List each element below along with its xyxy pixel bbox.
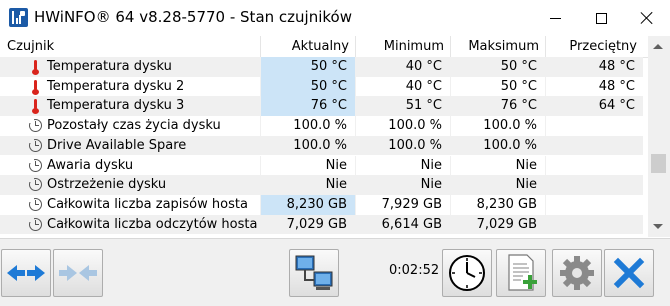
min-value: 40 °C — [355, 76, 450, 97]
table-row[interactable]: Temperatura dysku 3 76 °C 51 °C 76 °C 64… — [0, 96, 648, 117]
min-value: 7,929 GB — [355, 194, 450, 215]
table-row[interactable]: Całkowita liczba odczytów hosta 7,029 GB… — [0, 214, 648, 235]
scroll-down-icon[interactable] — [653, 224, 663, 229]
blue-x-icon — [613, 257, 645, 289]
hwinfo-window: HWiNFO® 64 v8.28-5770 - Stan czujników C… — [0, 0, 670, 306]
gear-icon — [560, 256, 594, 290]
max-value: 50 °C — [450, 76, 545, 97]
maximize-button[interactable] — [578, 0, 624, 36]
min-value: 40 °C — [355, 57, 450, 77]
sensor-table: Czujnik Aktualny Minimum Maksimum Przeci… — [0, 36, 648, 237]
max-value: 7,029 GB — [450, 214, 545, 235]
nav-back-button[interactable] — [1, 249, 51, 297]
current-value: 8,230 GB — [260, 194, 355, 215]
table-row[interactable]: Awaria dysku Nie Nie Nie — [0, 155, 648, 176]
table-row[interactable]: Temperatura dysku 2 50 °C 40 °C 50 °C 48… — [0, 76, 648, 97]
minimize-button[interactable] — [532, 0, 578, 36]
window-title: HWiNFO® 64 v8.28-5770 - Stan czujników — [34, 8, 352, 26]
add-log-file-icon — [508, 254, 537, 291]
avg-value: 48 °C — [545, 76, 643, 97]
clock-icon — [28, 157, 42, 172]
min-value: 6,614 GB — [355, 214, 450, 235]
table-row[interactable]: Temperatura dysku 50 °C 40 °C 50 °C 48 °… — [0, 57, 648, 77]
clock-icon — [28, 137, 42, 152]
double-arrow-icon — [7, 265, 45, 281]
elapsed-timer: 0:02:52 — [389, 263, 440, 278]
scroll-up-icon[interactable] — [653, 44, 663, 49]
column-header-sensor[interactable]: Czujnik — [0, 36, 260, 57]
close-icon — [640, 11, 654, 25]
column-header-current[interactable]: Aktualny — [260, 36, 355, 57]
current-value: 76 °C — [260, 96, 355, 117]
table-row[interactable]: Całkowita liczba zapisów hosta 8,230 GB … — [0, 194, 648, 215]
avg-value: 64 °C — [545, 96, 643, 117]
clock-icon — [28, 196, 42, 211]
avg-value — [545, 155, 643, 176]
maximize-icon — [595, 12, 607, 24]
double-arrow-inward-icon — [59, 265, 97, 281]
column-header-minimum[interactable]: Minimum — [355, 36, 450, 57]
avg-value — [545, 135, 643, 156]
thermometer-icon — [28, 98, 44, 115]
logging-button[interactable] — [496, 249, 546, 297]
current-value: Nie — [260, 155, 355, 176]
max-value: 100.0 % — [450, 135, 545, 156]
thermometer-icon — [28, 79, 44, 95]
clock-icon — [28, 118, 42, 133]
nav-forward-button[interactable] — [53, 249, 103, 297]
vertical-scrollbar[interactable] — [648, 36, 670, 237]
max-value: 50 °C — [450, 57, 545, 77]
avg-value — [545, 214, 643, 235]
min-value: 100.0 % — [355, 135, 450, 156]
max-value: 100.0 % — [450, 116, 545, 136]
min-value: Nie — [355, 155, 450, 176]
avg-value — [545, 175, 643, 195]
current-value: 100.0 % — [260, 135, 355, 156]
max-value: Nie — [450, 175, 545, 195]
table-header: Czujnik Aktualny Minimum Maksimum Przeci… — [0, 36, 648, 58]
minimize-icon — [549, 17, 561, 19]
settings-button[interactable] — [552, 249, 602, 297]
clock-icon — [449, 255, 485, 291]
max-value: 76 °C — [450, 96, 545, 117]
current-value: 50 °C — [260, 76, 355, 97]
close-window-button[interactable] — [624, 0, 670, 36]
clock-icon — [28, 216, 42, 231]
current-value: Nie — [260, 175, 355, 195]
table-row[interactable]: Pozostały czas życia dysku 100.0 % 100.0… — [0, 116, 648, 136]
avg-value: 48 °C — [545, 57, 643, 77]
thermometer-icon — [28, 59, 44, 75]
scroll-thumb[interactable] — [651, 154, 666, 173]
avg-value — [545, 116, 643, 136]
table-row[interactable]: Ostrzeżenie dysku Nie Nie Nie — [0, 175, 648, 195]
column-header-maximum[interactable]: Maksimum — [450, 36, 545, 57]
current-value: 50 °C — [260, 57, 355, 77]
table-row[interactable]: Drive Available Spare 100.0 % 100.0 % 10… — [0, 135, 648, 156]
current-value: 100.0 % — [260, 116, 355, 136]
max-value: 8,230 GB — [450, 194, 545, 215]
min-value: Nie — [355, 175, 450, 195]
min-value: 51 °C — [355, 96, 450, 117]
current-value: 7,029 GB — [260, 214, 355, 235]
avg-value — [545, 194, 643, 215]
min-value: 100.0 % — [355, 116, 450, 136]
title-bar: HWiNFO® 64 v8.28-5770 - Stan czujników — [0, 0, 670, 36]
hwinfo-app-icon — [9, 8, 28, 27]
column-header-average[interactable]: Przeciętny — [545, 36, 643, 57]
bottom-toolbar: 0:02:52 — [0, 238, 670, 306]
network-button[interactable] — [289, 249, 339, 297]
network-computers-icon — [295, 255, 333, 290]
close-sensors-button[interactable] — [604, 249, 654, 297]
timer-button[interactable] — [442, 249, 492, 297]
max-value: Nie — [450, 155, 545, 176]
